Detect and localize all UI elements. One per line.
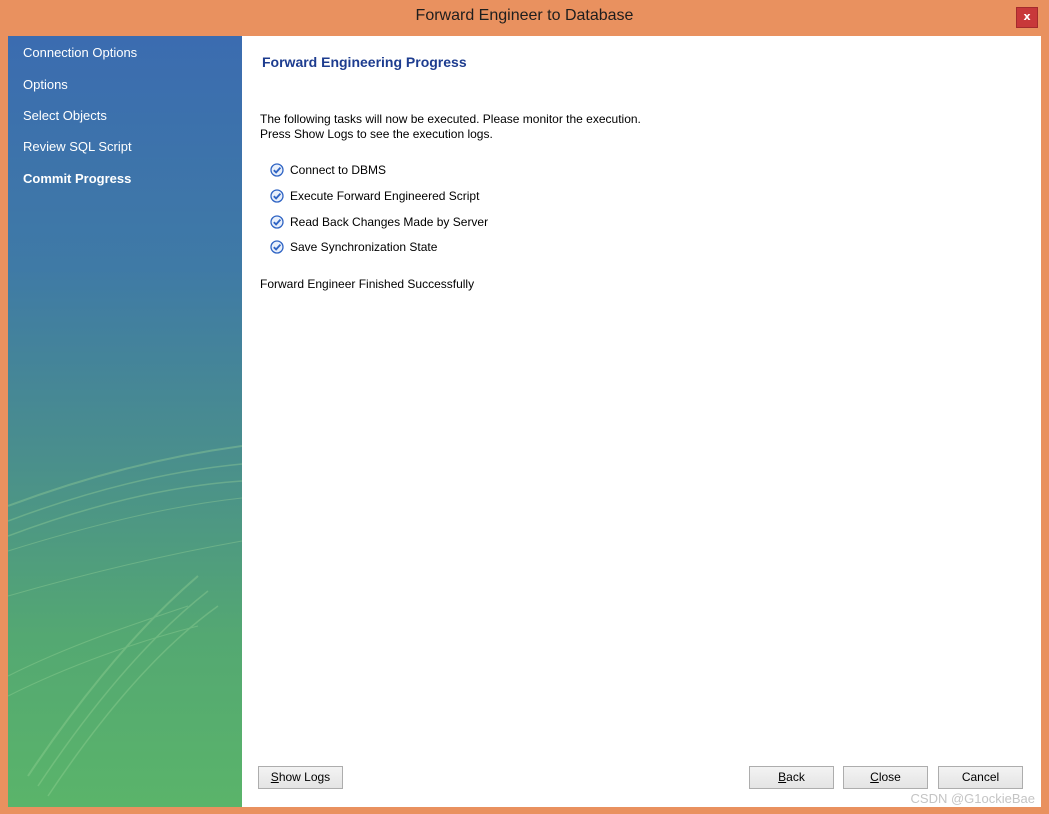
task-label: Execute Forward Engineered Script — [290, 189, 480, 203]
close-button[interactable]: Close — [843, 766, 928, 789]
check-circle-icon — [270, 189, 284, 203]
wizard-content-panel: Forward Engineering Progress The followi… — [242, 36, 1041, 807]
status-message: Forward Engineer Finished Successfully — [260, 277, 475, 291]
show-logs-button[interactable]: Show Logs — [258, 766, 343, 789]
task-item-save-sync: Save Synchronization State — [270, 239, 437, 255]
cancel-button[interactable]: Cancel — [938, 766, 1023, 789]
task-item-connect: Connect to DBMS — [270, 162, 386, 178]
title-bar[interactable]: Forward Engineer to Database x — [0, 0, 1049, 36]
description-line-1: The following tasks will now be executed… — [260, 112, 641, 126]
close-window-button[interactable]: x — [1016, 7, 1038, 28]
sidebar-item-commit-progress[interactable]: Commit Progress — [23, 171, 131, 186]
task-label: Connect to DBMS — [290, 163, 387, 177]
task-label: Read Back Changes Made by Server — [290, 215, 489, 229]
page-title: Forward Engineering Progress — [262, 54, 467, 70]
check-circle-icon — [270, 240, 284, 254]
sidebar-item-options[interactable]: Options — [23, 77, 68, 92]
back-button[interactable]: Back — [749, 766, 834, 789]
wizard-sidebar: Connection Options Options Select Object… — [8, 36, 242, 807]
sidebar-item-review-sql-script[interactable]: Review SQL Script — [23, 139, 132, 154]
task-item-read-back: Read Back Changes Made by Server — [270, 214, 488, 230]
description-line-2: Press Show Logs to see the execution log… — [260, 127, 493, 141]
watermark-text: CSDN @G1ockieBae — [910, 791, 1035, 806]
dialog-window: Forward Engineer to Database x Connectio… — [0, 0, 1049, 814]
task-label: Save Synchronization State — [290, 240, 438, 254]
check-circle-icon — [270, 163, 284, 177]
window-title: Forward Engineer to Database — [415, 7, 634, 24]
sidebar-item-select-objects[interactable]: Select Objects — [23, 108, 107, 123]
task-item-execute: Execute Forward Engineered Script — [270, 188, 479, 204]
check-circle-icon — [270, 215, 284, 229]
sidebar-item-connection-options[interactable]: Connection Options — [23, 45, 137, 60]
